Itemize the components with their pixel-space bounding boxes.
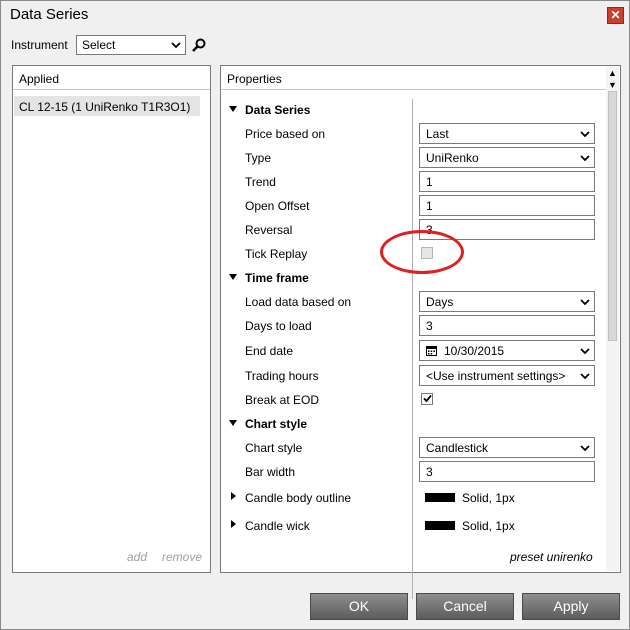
cancel-button[interactable]: Cancel bbox=[416, 593, 514, 620]
property-label: Candle body outline bbox=[245, 491, 352, 505]
chevron-down-icon bbox=[580, 155, 590, 162]
applied-list-item[interactable]: CL 12-15 (1 UniRenko T1R3O1) bbox=[14, 96, 200, 116]
applied-panel: Applied CL 12-15 (1 UniRenko T1R3O1) add… bbox=[12, 65, 211, 573]
row-type: Type UniRenko bbox=[221, 146, 595, 170]
scroll-down-icon[interactable]: ▼ bbox=[608, 81, 617, 90]
property-label: Load data based on bbox=[245, 295, 352, 309]
chart-style-select[interactable]: Candlestick bbox=[419, 437, 595, 458]
properties-header-label: Properties bbox=[227, 72, 282, 86]
chevron-down-icon bbox=[580, 373, 590, 380]
add-link[interactable]: add bbox=[127, 550, 147, 564]
end-date-picker[interactable]: 10/30/2015 bbox=[419, 340, 595, 361]
row-candle-body-outline[interactable]: Candle body outline Solid, 1px bbox=[221, 486, 593, 510]
property-label: Trend bbox=[245, 175, 276, 189]
bar-width-input[interactable]: 3 bbox=[419, 461, 595, 482]
stroke-value: Solid, 1px bbox=[462, 519, 515, 533]
days-to-load-input[interactable]: 3 bbox=[419, 315, 595, 336]
instrument-select[interactable]: Select bbox=[76, 35, 186, 55]
scroll-thumb[interactable] bbox=[608, 91, 617, 341]
load-data-value: Days bbox=[426, 295, 454, 309]
trading-hours-select[interactable]: <Use instrument settings> bbox=[419, 365, 595, 386]
properties-panel: Properties ▲ ▼ Data Series Price based o… bbox=[220, 65, 621, 599]
instrument-label: Instrument bbox=[11, 38, 68, 52]
expand-arrow-icon[interactable] bbox=[229, 420, 237, 426]
property-label: Candle wick bbox=[245, 519, 310, 533]
row-trend: Trend 1 bbox=[221, 170, 595, 194]
data-series-window: Data Series ✕ Instrument Select Applied … bbox=[0, 0, 630, 630]
checkmark-icon bbox=[423, 394, 432, 403]
preset-link[interactable]: preset unirenko bbox=[510, 550, 593, 564]
section-chart-style[interactable]: Chart style bbox=[221, 412, 593, 436]
row-open-offset: Open Offset 1 bbox=[221, 194, 595, 218]
price-based-on-value: Last bbox=[426, 127, 449, 141]
chevron-down-icon bbox=[580, 131, 590, 138]
property-label: End date bbox=[245, 344, 294, 358]
calendar-icon bbox=[426, 346, 437, 356]
property-label: Bar width bbox=[245, 465, 296, 479]
row-break-at-eod: Break at EOD bbox=[221, 388, 593, 412]
section-title: Chart style bbox=[245, 417, 308, 431]
chevron-down-icon bbox=[171, 42, 181, 49]
apply-button[interactable]: Apply bbox=[522, 593, 620, 620]
window-title: Data Series bbox=[10, 6, 89, 23]
expand-arrow-icon[interactable] bbox=[231, 492, 236, 500]
property-label: Chart style bbox=[245, 441, 303, 455]
expand-arrow-icon[interactable] bbox=[229, 274, 237, 280]
trading-hours-value: <Use instrument settings> bbox=[426, 369, 566, 383]
row-price-based-on: Price based on Last bbox=[221, 122, 595, 146]
type-value: UniRenko bbox=[426, 151, 479, 165]
remove-link[interactable]: remove bbox=[162, 550, 202, 564]
open-offset-input[interactable]: 1 bbox=[419, 195, 595, 216]
properties-header: Properties bbox=[221, 66, 606, 90]
highlight-circle bbox=[380, 230, 464, 274]
color-swatch[interactable] bbox=[425, 493, 455, 502]
chevron-down-icon bbox=[580, 299, 590, 306]
applied-header: Applied bbox=[13, 66, 210, 90]
ok-button[interactable]: OK bbox=[310, 593, 408, 620]
section-data-series[interactable]: Data Series bbox=[221, 98, 593, 122]
row-end-date: End date 10/30/2015 bbox=[221, 339, 595, 363]
expand-arrow-icon[interactable] bbox=[229, 106, 237, 112]
search-icon[interactable] bbox=[191, 37, 207, 53]
section-title: Time frame bbox=[245, 271, 309, 285]
instrument-select-value: Select bbox=[82, 38, 116, 52]
stroke-value: Solid, 1px bbox=[462, 491, 515, 505]
break-at-eod-checkbox[interactable] bbox=[421, 393, 433, 405]
row-days-to-load: Days to load 3 bbox=[221, 314, 595, 338]
row-trading-hours: Trading hours <Use instrument settings> bbox=[221, 364, 595, 388]
property-label: Reversal bbox=[245, 223, 293, 237]
property-label: Open Offset bbox=[245, 199, 310, 213]
applied-header-label: Applied bbox=[19, 72, 60, 86]
close-icon[interactable]: ✕ bbox=[607, 7, 624, 24]
title-bar: Data Series ✕ bbox=[1, 1, 629, 29]
load-data-based-on-select[interactable]: Days bbox=[419, 291, 595, 312]
row-candle-wick[interactable]: Candle wick Solid, 1px bbox=[221, 514, 593, 538]
type-select[interactable]: UniRenko bbox=[419, 147, 595, 168]
property-label: Trading hours bbox=[245, 369, 319, 383]
property-label: Break at EOD bbox=[245, 393, 320, 407]
property-label: Type bbox=[245, 151, 272, 165]
property-label: Tick Replay bbox=[245, 247, 308, 261]
chevron-down-icon bbox=[580, 348, 590, 355]
expand-arrow-icon[interactable] bbox=[231, 520, 236, 528]
property-label: Price based on bbox=[245, 127, 326, 141]
end-date-value: 10/30/2015 bbox=[444, 344, 505, 358]
color-swatch[interactable] bbox=[425, 521, 455, 530]
chevron-down-icon bbox=[580, 445, 590, 452]
row-bar-width: Bar width 3 bbox=[221, 460, 595, 484]
row-load-data-based-on: Load data based on Days bbox=[221, 290, 595, 314]
row-chart-style: Chart style Candlestick bbox=[221, 436, 595, 460]
trend-input[interactable]: 1 bbox=[419, 171, 595, 192]
price-based-on-select[interactable]: Last bbox=[419, 123, 595, 144]
chart-style-value: Candlestick bbox=[426, 441, 489, 455]
section-title: Data Series bbox=[245, 103, 311, 117]
scroll-up-icon[interactable]: ▲ bbox=[608, 69, 617, 78]
properties-scrollbar[interactable]: ▲ ▼ bbox=[606, 67, 619, 571]
property-label: Days to load bbox=[245, 319, 312, 333]
